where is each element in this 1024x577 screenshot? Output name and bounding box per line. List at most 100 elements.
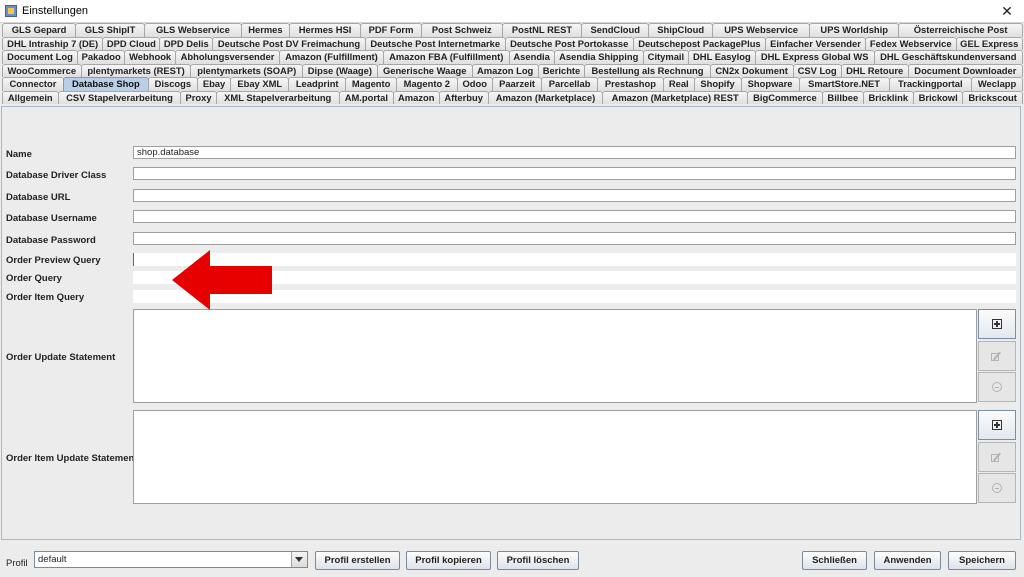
tab-amazon[interactable]: Amazon bbox=[392, 90, 440, 104]
tab-deutsche-post-dv-freimachung[interactable]: Deutsche Post DV Freimachung bbox=[212, 36, 366, 50]
order-item-update-statement-list[interactable] bbox=[133, 410, 977, 504]
tab-weclapp[interactable]: Weclapp bbox=[971, 77, 1023, 91]
apply-button[interactable]: Anwenden bbox=[874, 551, 941, 570]
tab-einfacher-versender[interactable]: Einfacher Versender bbox=[765, 36, 866, 50]
tab-woocommerce[interactable]: WooCommerce bbox=[2, 63, 82, 77]
add-update-statement-button[interactable] bbox=[978, 309, 1016, 339]
tab-deutschepost-packageplus[interactable]: Deutschepost PackagePlus bbox=[632, 36, 767, 50]
edit-item-update-statement-button[interactable] bbox=[978, 442, 1016, 472]
tab-amazon-marketplace-rest[interactable]: Amazon (Marketplace) REST bbox=[602, 90, 748, 104]
tab-allgemein[interactable]: Allgemein bbox=[2, 90, 59, 104]
tab-magento-2[interactable]: Magento 2 bbox=[396, 77, 458, 91]
name-field[interactable] bbox=[133, 146, 1016, 159]
chevron-down-icon[interactable] bbox=[291, 552, 307, 567]
order-update-statement-list[interactable] bbox=[133, 309, 977, 403]
tab-abholungsversender[interactable]: Abholungsversender bbox=[174, 50, 281, 64]
tab-hermes-hsi[interactable]: Hermes HSI bbox=[289, 23, 362, 37]
tab-ups-webservice[interactable]: UPS Webservice bbox=[712, 23, 811, 37]
tab-österreichische-post[interactable]: Österreichische Post bbox=[898, 23, 1023, 37]
save-button[interactable]: Speichern bbox=[948, 551, 1016, 570]
tab-amazon-fba-fulfillment[interactable]: Amazon FBA (Fulfillment) bbox=[382, 50, 510, 64]
database-username-field[interactable] bbox=[133, 210, 1016, 223]
tab-gls-shipit[interactable]: GLS ShipIT bbox=[75, 23, 146, 37]
tab-parcellab[interactable]: Parcellab bbox=[541, 77, 598, 91]
remove-item-update-statement-button[interactable] bbox=[978, 473, 1016, 503]
tab-webhook[interactable]: Webhook bbox=[124, 50, 176, 64]
database-url-field[interactable] bbox=[133, 189, 1016, 202]
tab-magento[interactable]: Magento bbox=[345, 77, 398, 91]
close-button[interactable]: Schließen bbox=[802, 551, 867, 570]
tab-amazon-fulfillment[interactable]: Amazon (Fulfillment) bbox=[279, 50, 384, 64]
tab-dpd-cloud[interactable]: DPD Cloud bbox=[102, 36, 161, 50]
tab-discogs[interactable]: Discogs bbox=[147, 77, 198, 91]
tab-document-downloader[interactable]: Document Downloader bbox=[907, 63, 1023, 77]
tab-afterbuy[interactable]: Afterbuy bbox=[438, 90, 489, 104]
tab-dhl-easylog[interactable]: DHL Easylog bbox=[687, 50, 756, 64]
tab-pdf-form[interactable]: PDF Form bbox=[360, 23, 422, 37]
tab-dhl-intraship-7-de[interactable]: DHL Intraship 7 (DE) bbox=[2, 36, 104, 50]
tab-proxy[interactable]: Proxy bbox=[180, 90, 217, 104]
tab-gls-webservice[interactable]: GLS Webservice bbox=[144, 23, 242, 37]
tab-database-shop[interactable]: Database Shop bbox=[62, 77, 149, 91]
tab-asendia[interactable]: Asendia bbox=[508, 50, 555, 64]
tab-deutsche-post-portokasse[interactable]: Deutsche Post Portokasse bbox=[504, 36, 634, 50]
tab-bigcommerce[interactable]: BigCommerce bbox=[746, 90, 823, 104]
tab-document-log[interactable]: Document Log bbox=[2, 50, 78, 64]
copy-profile-button[interactable]: Profil kopieren bbox=[406, 551, 491, 570]
database-password-field[interactable] bbox=[133, 232, 1016, 245]
close-window-button[interactable]: ✕ bbox=[990, 0, 1024, 22]
driver-class-field[interactable] bbox=[133, 167, 1016, 180]
tab-brickscout[interactable]: Brickscout bbox=[962, 90, 1023, 104]
tab-odoo[interactable]: Odoo bbox=[456, 77, 493, 91]
create-profile-button[interactable]: Profil erstellen bbox=[315, 551, 400, 570]
tab-leadprint[interactable]: Leadprint bbox=[288, 77, 347, 91]
tab-gel-express[interactable]: GEL Express bbox=[955, 36, 1024, 50]
tab-dhl-geschäftskundenversand[interactable]: DHL Geschäftskundenversand bbox=[873, 50, 1023, 64]
tab-real[interactable]: Real bbox=[662, 77, 695, 91]
tab-post-schweiz[interactable]: Post Schweiz bbox=[420, 23, 503, 37]
tab-cn2x-dokument[interactable]: CN2x Dokument bbox=[709, 63, 794, 77]
tab-amazon-marketplace[interactable]: Amazon (Marketplace) bbox=[487, 90, 604, 104]
profil-select[interactable]: default bbox=[34, 551, 308, 568]
tab-hermes[interactable]: Hermes bbox=[240, 23, 291, 37]
tab-shipcloud[interactable]: ShipCloud bbox=[648, 23, 714, 37]
tab-billbee[interactable]: Billbee bbox=[821, 90, 864, 104]
tab-dhl-retoure[interactable]: DHL Retoure bbox=[840, 63, 909, 77]
tab-generische-waage[interactable]: Generische Waage bbox=[376, 63, 473, 77]
edit-update-statement-button[interactable] bbox=[978, 341, 1016, 371]
tab-citymail[interactable]: Citymail bbox=[642, 50, 689, 64]
tab-prestashop[interactable]: Prestashop bbox=[596, 77, 664, 91]
tab-bestellung-als-rechnung[interactable]: Bestellung als Rechnung bbox=[584, 63, 711, 77]
add-item-update-statement-button[interactable] bbox=[978, 410, 1016, 440]
tab-trackingportal[interactable]: Trackingportal bbox=[888, 77, 973, 91]
tab-deutsche-post-internetmarke[interactable]: Deutsche Post Internetmarke bbox=[364, 36, 506, 50]
tab-connector[interactable]: Connector bbox=[2, 77, 64, 91]
tab-amazon-log[interactable]: Amazon Log bbox=[471, 63, 539, 77]
tab-smartstore-net[interactable]: SmartStore.NET bbox=[798, 77, 890, 91]
tab-csv-log[interactable]: CSV Log bbox=[792, 63, 842, 77]
tab-postnl-rest[interactable]: PostNL REST bbox=[501, 23, 583, 37]
tab-ebay-xml[interactable]: Ebay XML bbox=[230, 77, 290, 91]
tab-gls-gepard[interactable]: GLS Gepard bbox=[2, 23, 77, 37]
tab-ups-worldship[interactable]: UPS Worldship bbox=[809, 23, 900, 37]
tab-brickowl[interactable]: Brickowl bbox=[912, 90, 964, 104]
tab-shopify[interactable]: Shopify bbox=[693, 77, 742, 91]
tab-csv-stapelverarbeitung[interactable]: CSV Stapelverarbeitung bbox=[57, 90, 182, 104]
tab-sendcloud[interactable]: SendCloud bbox=[581, 23, 650, 37]
tab-plentymarkets-rest[interactable]: plentymarkets (REST) bbox=[80, 63, 192, 77]
tab-fedex-webservice[interactable]: Fedex Webservice bbox=[864, 36, 957, 50]
tab-berichte[interactable]: Berichte bbox=[537, 63, 586, 77]
tab-xml-stapelverarbeitung[interactable]: XML Stapelverarbeitung bbox=[215, 90, 340, 104]
tab-bricklink[interactable]: Bricklink bbox=[862, 90, 914, 104]
tab-dhl-express-global-ws[interactable]: DHL Express Global WS bbox=[754, 50, 875, 64]
tab-paarzeit[interactable]: Paarzeit bbox=[491, 77, 543, 91]
tab-dipse-waage[interactable]: Dipse (Waage) bbox=[301, 63, 378, 77]
remove-update-statement-button[interactable] bbox=[978, 372, 1016, 402]
tab-am-portal[interactable]: AM.portal bbox=[338, 90, 394, 104]
tab-asendia-shipping[interactable]: Asendia Shipping bbox=[553, 50, 644, 64]
tab-pakadoo[interactable]: Pakadoo bbox=[76, 50, 126, 64]
tab-dpd-delis[interactable]: DPD Delis bbox=[159, 36, 214, 50]
tab-plentymarkets-soap[interactable]: plentymarkets (SOAP) bbox=[190, 63, 303, 77]
tab-shopware[interactable]: Shopware bbox=[740, 77, 800, 91]
delete-profile-button[interactable]: Profil löschen bbox=[497, 551, 579, 570]
